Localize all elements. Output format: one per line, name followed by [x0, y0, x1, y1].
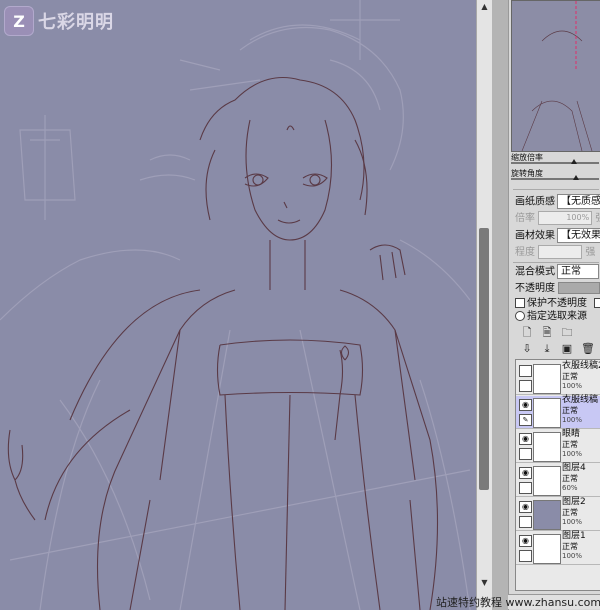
paper-scale-field[interactable]: 100% [538, 211, 593, 225]
layer-name: 衣服线稿2 [562, 361, 600, 371]
layer-toolbar-row2: ⇩ ⤓ ▣ 🗑 [521, 343, 595, 355]
layer-opacity: 100% [562, 450, 583, 458]
layer-thumbnail [533, 500, 561, 530]
layer-name: 眼睛 [562, 429, 581, 439]
paper-texture-row: 画纸质感 【无质感 [515, 194, 600, 210]
layer-toolbar-row1: 🗋 🗎 🗀 [521, 327, 573, 339]
eye-icon[interactable]: ◉ [519, 467, 532, 479]
selection-source-radio[interactable] [515, 311, 525, 321]
layer-item[interactable]: 衣服线稿2 正常 100% [516, 362, 600, 395]
watermark-logo: Z 七彩明明 [4, 6, 114, 36]
new-layer-icon[interactable]: 🗋 [521, 327, 533, 339]
logo-icon: Z [4, 6, 34, 36]
canvas-vertical-scrollbar[interactable]: ▲ ▼ [476, 0, 493, 610]
right-panel: 缩放倍率 旋转角度 画纸质感【无质感 倍率 100% 强 画材效果【无效果 程度… [508, 0, 600, 610]
blend-mode-select[interactable]: 正常 [557, 264, 599, 279]
opacity-slider[interactable] [558, 282, 600, 294]
footer-watermark: 站速特约教程 www.zhansu.com [436, 596, 600, 609]
layer-mode: 正常 [562, 440, 578, 449]
clip-checkbox[interactable] [594, 298, 600, 308]
layer-thumbnail [533, 398, 561, 428]
transfer-down-icon[interactable]: ⇩ [521, 343, 533, 355]
layer-item[interactable]: ◉ 图层2 正常 100% [516, 498, 600, 531]
new-layer-set-icon[interactable]: 🗎 [541, 327, 553, 339]
paper-scale-row: 倍率 100% 强 [515, 211, 600, 227]
material-strength-label: 强 [585, 247, 596, 258]
layer-mode: 正常 [562, 406, 578, 415]
layer-name: 图层2 [562, 497, 586, 507]
layer-mode: 正常 [562, 474, 578, 483]
layer-opacity: 100% [562, 416, 583, 424]
layer-opacity: 60% [562, 484, 578, 492]
pen-icon[interactable]: ✎ [519, 414, 532, 426]
layer-opacity: 100% [562, 518, 583, 526]
eye-icon[interactable]: ◉ [519, 399, 532, 411]
visibility-toggle[interactable] [519, 365, 532, 377]
layer-opacity: 100% [562, 552, 583, 560]
lock-toggle[interactable] [519, 482, 532, 494]
layer-thumbnail [533, 364, 561, 394]
paper-strength-label: 强 [595, 213, 600, 224]
lock-toggle[interactable] [519, 448, 532, 460]
lock-toggle[interactable] [519, 550, 532, 562]
eye-icon[interactable]: ◉ [519, 433, 532, 445]
eye-icon[interactable]: ◉ [519, 501, 532, 513]
layer-mode: 正常 [562, 372, 578, 381]
layer-name: 图层4 [562, 463, 586, 473]
blend-mode-label: 混合模式 [515, 266, 555, 278]
material-degree-label: 程度 [515, 247, 535, 258]
layer-item[interactable]: ◉ 图层4 正常 60% [516, 464, 600, 497]
navigator-preview[interactable] [511, 0, 600, 152]
lock-toggle[interactable] [519, 516, 532, 528]
new-folder-icon[interactable]: 🗀 [561, 327, 573, 339]
layer-mode: 正常 [562, 542, 578, 551]
selection-source-row: 指定选取来源 [515, 309, 587, 325]
material-effect-row: 画材效果 【无效果 [515, 228, 600, 244]
paper-texture-select[interactable]: 【无质感 [557, 194, 600, 209]
layer-thumbnail [533, 534, 561, 564]
layer-name: 图层1 [562, 531, 586, 541]
material-effect-label: 画材效果 [515, 230, 555, 242]
drawing-canvas[interactable]: Z 七彩明明 [0, 0, 476, 610]
material-effect-select[interactable]: 【无效果 [557, 228, 600, 243]
clear-layer-icon[interactable]: ▣ [561, 343, 573, 355]
layer-opacity: 100% [562, 382, 583, 390]
merge-down-icon[interactable]: ⤓ [541, 343, 553, 355]
scroll-up-arrow-icon[interactable]: ▲ [479, 2, 490, 12]
eye-icon[interactable]: ◉ [519, 535, 532, 547]
lock-toggle[interactable] [519, 380, 532, 392]
opacity-row: 不透明度 [515, 281, 600, 297]
layer-item-selected[interactable]: ◉ ✎ 衣服线稿 正常 100% [516, 396, 600, 429]
sketch-artwork [0, 0, 471, 610]
blend-mode-row: 混合模式 正常 [515, 264, 599, 280]
paper-texture-label: 画纸质感 [515, 196, 555, 208]
opacity-label: 不透明度 [515, 283, 555, 294]
zoom-label: 缩放倍率 [511, 153, 543, 162]
paper-scale-label: 倍率 [515, 213, 535, 224]
layer-name: 衣服线稿 [562, 395, 599, 405]
scrollbar-thumb[interactable] [479, 228, 489, 490]
logo-text: 七彩明明 [38, 12, 114, 33]
navigator-thumbnail [521, 1, 593, 151]
layer-item[interactable]: ◉ 眼睛 正常 100% [516, 430, 600, 463]
material-degree-field[interactable] [538, 245, 583, 259]
delete-layer-icon[interactable]: 🗑 [581, 343, 595, 355]
scroll-down-arrow-icon[interactable]: ▼ [479, 578, 490, 588]
rotate-slider[interactable]: 旋转角度 [511, 169, 600, 181]
layer-list: 衣服线稿2 正常 100% ◉ ✎ 衣服线稿 正常 100% ◉ 眼睛 正常 1… [515, 359, 600, 591]
layer-thumbnail [533, 466, 561, 496]
preserve-opacity-checkbox[interactable] [515, 298, 525, 308]
layer-thumbnail [533, 432, 561, 462]
rotate-label: 旋转角度 [511, 169, 543, 178]
preserve-opacity-label: 保护不透明度 [527, 298, 587, 309]
layer-mode: 正常 [562, 508, 578, 517]
layer-item[interactable]: ◉ 图层1 正常 100% [516, 532, 600, 565]
panel-divider [492, 0, 508, 610]
zoom-slider[interactable]: 缩放倍率 [511, 153, 600, 165]
selection-source-label: 指定选取来源 [527, 311, 587, 322]
material-degree-row: 程度 强 [515, 245, 595, 261]
